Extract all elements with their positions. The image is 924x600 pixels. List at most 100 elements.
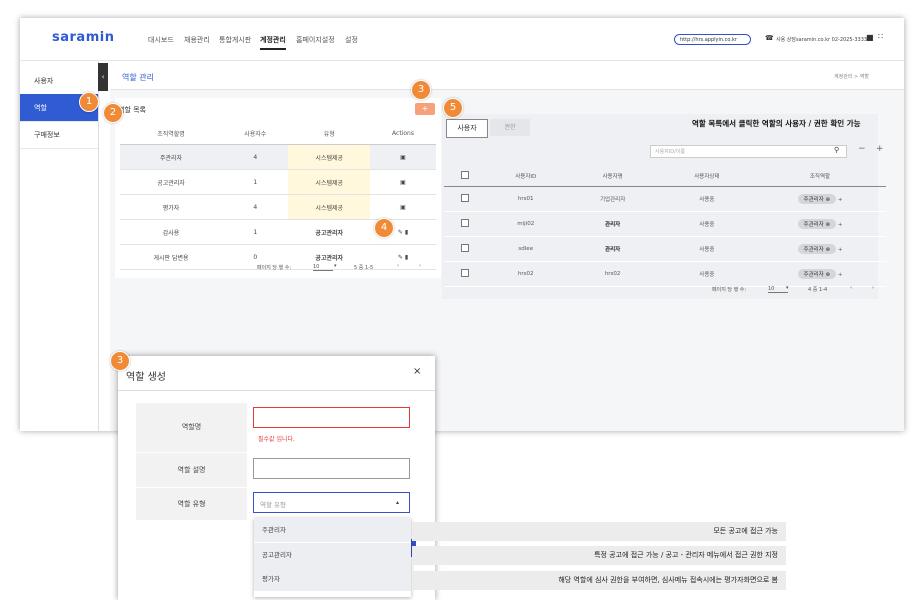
nav-homepage[interactable]: 홈페이지설정: [296, 35, 335, 45]
role-name: 평가자: [120, 194, 223, 220]
page-header: [110, 61, 904, 90]
remove-icon[interactable]: −: [858, 144, 866, 154]
col-org-role[interactable]: 조직역할: [754, 166, 886, 187]
col-user-name[interactable]: 사용자명: [565, 166, 660, 187]
add-role-button[interactable]: +: [415, 103, 435, 115]
next-page-icon[interactable]: ›: [872, 285, 874, 291]
role-name-label: 역할명: [136, 403, 247, 452]
select-all-checkbox[interactable]: [461, 171, 469, 179]
page-title: 역할 관리: [122, 73, 154, 82]
nav-account[interactable]: 계정관리: [260, 35, 286, 50]
table-row[interactable]: 공고관리자 1 시스템제공 ▣: [120, 169, 436, 195]
user-name: 관리자: [565, 211, 660, 237]
role-chip-label: 주관리자: [803, 247, 824, 253]
add-role-icon[interactable]: +: [838, 197, 843, 203]
role-chip-label: 주관리자: [803, 222, 824, 228]
row-checkbox[interactable]: [461, 219, 469, 227]
col-role-name[interactable]: 조직역할명: [120, 122, 223, 145]
table-row[interactable]: sdlee 관리자 사용중 주관리자 ⊗ +: [444, 236, 886, 262]
table-row[interactable]: hrs02 hrs02 사용중 주관리자 ⊗ +: [444, 261, 886, 287]
annotation-badge: 5: [443, 98, 463, 118]
role-desc-label: 역할 설명: [136, 453, 247, 487]
user-icon[interactable]: ■: [866, 33, 874, 42]
col-user-count[interactable]: 사용자수: [222, 122, 289, 145]
role-type-label: 역할 유형: [136, 488, 247, 520]
annotation-badge: 2: [103, 103, 123, 123]
rows-per-page-select[interactable]: 10: [313, 264, 333, 271]
chevron-down-icon[interactable]: ▾: [786, 285, 789, 291]
nav-settings[interactable]: 설정: [345, 35, 358, 45]
user-status: 사용중: [659, 211, 754, 237]
copy-icon[interactable]: ▣: [400, 154, 406, 161]
row-checkbox[interactable]: [461, 244, 469, 252]
role-type: 시스템제공: [288, 144, 371, 170]
user-count: 1: [222, 219, 289, 245]
col-actions: Actions: [370, 122, 436, 145]
copy-icon[interactable]: ▣: [400, 179, 406, 186]
delete-icon[interactable]: ▮: [405, 254, 408, 261]
url-pill[interactable]: http://hrs.applyin.co.kr: [674, 34, 751, 45]
search-icon[interactable]: ⚲: [834, 146, 839, 154]
desc-main-admin: 모든 공고에 접근 가능: [412, 522, 786, 541]
chevron-down-icon[interactable]: ▾: [334, 263, 337, 269]
user-id: miji02: [486, 211, 566, 237]
add-role-icon[interactable]: +: [838, 222, 843, 228]
close-icon[interactable]: ⊗: [826, 197, 831, 203]
prev-page-icon[interactable]: ‹: [397, 263, 399, 269]
copy-icon[interactable]: ▣: [400, 204, 406, 211]
option-evaluator[interactable]: 평가자: [254, 567, 411, 591]
close-icon[interactable]: ⊗: [826, 272, 831, 278]
role-name-input[interactable]: [253, 407, 410, 428]
role-desc-input[interactable]: [253, 458, 410, 479]
delete-icon[interactable]: ▮: [405, 229, 408, 236]
nav-recruit[interactable]: 채용관리: [184, 35, 210, 45]
apps-grid-icon[interactable]: ∷: [878, 32, 883, 41]
nav-board[interactable]: 통합게시판: [219, 35, 251, 45]
user-name: hrs02: [565, 261, 660, 287]
sidebar-collapse-button[interactable]: ‹: [98, 63, 108, 91]
option-main-admin[interactable]: 주관리자: [254, 518, 411, 542]
contact-text: 사용 상담saramin.co.kr 02-2025-33333: [776, 37, 871, 43]
sidebar-item-users[interactable]: 사용자: [20, 67, 98, 95]
nav-dashboard[interactable]: 대시보드: [148, 35, 174, 45]
table-row[interactable]: hrs01 기업관리자 사용중 주관리자 ⊗ +: [444, 186, 886, 212]
tab-permissions[interactable]: 권한: [490, 119, 530, 136]
tab-users[interactable]: 사용자: [446, 119, 488, 138]
add-icon[interactable]: +: [876, 144, 884, 154]
user-count: 1: [222, 169, 289, 195]
table-row[interactable]: 평가자 4 시스템제공 ▣: [120, 194, 436, 220]
sidebar-item-purchase[interactable]: 구매정보: [20, 121, 98, 149]
rows-per-page-label: 페이지 당 행 수:: [257, 265, 292, 271]
row-checkbox[interactable]: [461, 269, 469, 277]
close-icon[interactable]: ×: [413, 366, 421, 377]
caret-up-icon[interactable]: ▴: [396, 499, 399, 506]
add-role-icon[interactable]: +: [838, 272, 843, 278]
table-row[interactable]: 주관리자 4 시스템제공 ▣: [120, 144, 436, 170]
user-table: 사용자ID 사용자명 사용자상태 조직역할 hrs01 기업관리자 사용중 주관…: [444, 166, 886, 287]
close-icon[interactable]: ⊗: [826, 222, 831, 228]
rows-per-page-label: 페이지 당 행 수:: [712, 287, 747, 293]
edit-icon[interactable]: ✎: [398, 254, 403, 261]
table-row[interactable]: miji02 관리자 사용중 주관리자 ⊗ +: [444, 211, 886, 237]
col-user-status[interactable]: 사용자상태: [659, 166, 754, 187]
role-name: 게시판 답변용: [120, 244, 223, 270]
role-type: 공고관리자: [288, 219, 371, 245]
prev-page-icon[interactable]: ‹: [850, 285, 852, 291]
breadcrumb: 계정관리 > 역할: [834, 74, 869, 80]
close-icon[interactable]: ⊗: [826, 247, 831, 253]
col-user-id[interactable]: 사용자ID: [486, 166, 566, 187]
option-posting-admin[interactable]: 공고관리자: [254, 543, 411, 567]
row-checkbox[interactable]: [461, 194, 469, 202]
user-name: 기업관리자: [565, 186, 660, 212]
user-name: 관리자: [565, 236, 660, 262]
rows-per-page-select[interactable]: 10: [768, 286, 788, 293]
desc-evaluator: 해당 역할에 심사 권한을 부여하면, 심사메뉴 접속시에는 평가자화면으로 봄: [412, 571, 786, 590]
col-type[interactable]: 유형: [288, 122, 371, 145]
next-page-icon[interactable]: ›: [419, 263, 421, 269]
edit-icon[interactable]: ✎: [398, 229, 403, 236]
brand-logo[interactable]: saramin: [52, 30, 114, 45]
user-search-input[interactable]: 사용자ID/이름: [650, 145, 847, 158]
add-role-icon[interactable]: +: [838, 247, 843, 253]
role-type-placeholder: 역할 유형: [260, 501, 286, 509]
user-id: hrs01: [486, 186, 566, 212]
